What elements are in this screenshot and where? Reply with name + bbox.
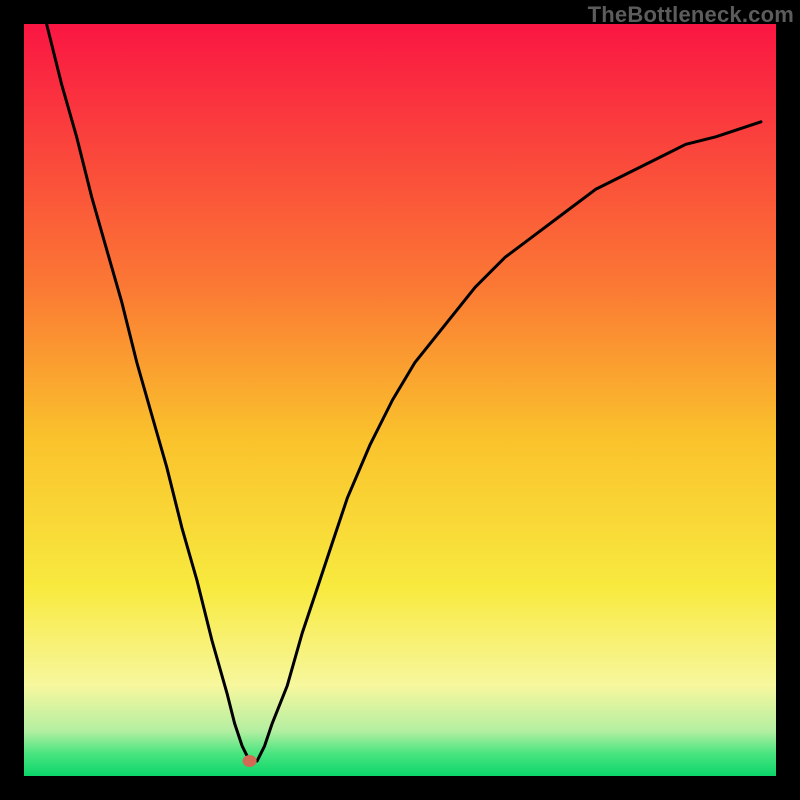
bottleneck-chart: [0, 0, 800, 800]
chart-frame: TheBottleneck.com: [0, 0, 800, 800]
optimum-marker: [243, 755, 257, 767]
plot-area: [24, 24, 776, 776]
watermark-text: TheBottleneck.com: [588, 2, 794, 28]
